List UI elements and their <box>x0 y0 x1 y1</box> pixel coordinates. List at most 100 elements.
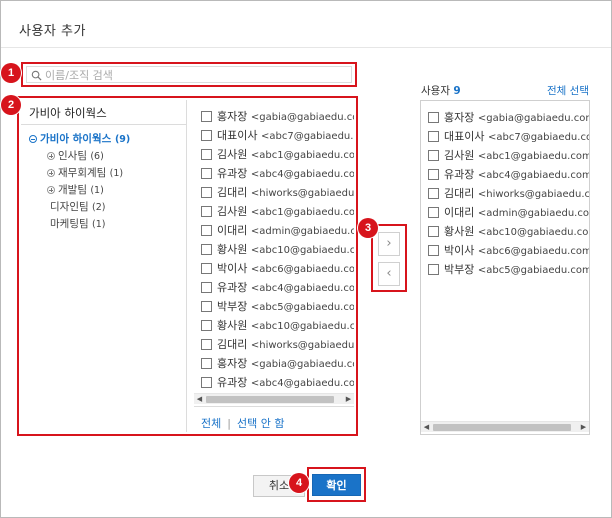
user-checkbox[interactable] <box>201 206 212 217</box>
user-list-pane: 홍자장 <gabia@gabiaedu.com>대표이사 <abc7@gabia… <box>194 100 354 432</box>
user-email: <abc5@gabiaedu.com> <box>477 265 589 276</box>
tree-node[interactable]: 디자인팀 (2) <box>29 199 186 216</box>
user-checkbox[interactable] <box>201 301 212 312</box>
collapse-icon[interactable] <box>29 135 37 143</box>
user-name: 황사원 <box>217 319 248 332</box>
user-row[interactable]: 박이사 <abc6@gabiaedu.com> <box>421 241 589 260</box>
user-row[interactable]: 황사원 <abc10@gabiaedu.com> <box>194 240 354 259</box>
user-checkbox[interactable] <box>428 131 439 142</box>
user-row[interactable]: 홍자장 <gabia@gabiaedu.com> <box>194 354 354 373</box>
user-email: <abc1@gabiaedu.com> <box>250 207 354 218</box>
expand-icon[interactable] <box>47 152 55 160</box>
user-checkbox[interactable] <box>201 320 212 331</box>
user-checkbox[interactable] <box>201 225 212 236</box>
confirm-button[interactable]: 확인 <box>312 474 361 496</box>
select-all-link[interactable]: 전체 <box>201 417 221 430</box>
user-row[interactable]: 유과장 <abc4@gabiaedu.com> <box>194 278 354 297</box>
selected-user-list: 홍자장 <gabia@gabiaedu.com>대표이사 <abc7@gabia… <box>421 101 589 416</box>
user-checkbox[interactable] <box>428 169 439 180</box>
user-row[interactable]: 박이사 <abc6@gabiaedu.com> <box>194 259 354 278</box>
search-box[interactable] <box>26 66 352 83</box>
tree-node[interactable]: 인사팀 (6) <box>29 148 186 165</box>
user-row[interactable]: 김사원 <abc1@gabiaedu.com> <box>194 202 354 221</box>
user-checkbox[interactable] <box>428 245 439 256</box>
user-checkbox[interactable] <box>201 187 212 198</box>
tree-root-count: (9) <box>114 134 131 145</box>
user-checkbox[interactable] <box>428 264 439 275</box>
user-row[interactable]: 김대리 <hiworks@gabiaedu.com> <box>194 335 354 354</box>
user-checkbox[interactable] <box>428 188 439 199</box>
user-name: 김대리 <box>217 186 248 199</box>
user-row[interactable]: 유과장 <abc4@gabiaedu.com> <box>194 164 354 183</box>
user-row[interactable]: 김사원 <abc1@gabiaedu.com> <box>194 145 354 164</box>
user-checkbox[interactable] <box>201 339 212 350</box>
user-checkbox[interactable] <box>201 244 212 255</box>
user-row[interactable]: 이대리 <admin@gabiaedu.com> <box>421 203 589 222</box>
selected-select-all-link[interactable]: 전체 선택 <box>547 83 589 98</box>
org-user-panel-highlight: 가비아 하이웍스 가비아 하이웍스 (9) 인사팀 (6) 재무회계팀 (1) 개발… <box>17 96 358 436</box>
user-checkbox[interactable] <box>428 226 439 237</box>
scroll-thumb[interactable] <box>433 424 571 431</box>
selected-list-hscrollbar[interactable]: ◀ ▶ <box>421 421 589 432</box>
user-row[interactable]: 박부장 <abc5@gabiaedu.com> <box>194 297 354 316</box>
expand-icon[interactable] <box>47 186 55 194</box>
tree-node[interactable]: 재무회계팀 (1) <box>29 165 186 182</box>
user-checkbox[interactable] <box>428 112 439 123</box>
user-row[interactable]: 박부장 <abc5@gabiaedu.com> <box>421 260 589 279</box>
expand-icon[interactable] <box>47 169 55 177</box>
user-row[interactable]: 이대리 <admin@gabiaedu.com> <box>194 221 354 240</box>
user-email: <admin@gabiaedu.com> <box>477 208 589 219</box>
org-tree-pane: 가비아 하이웍스 가비아 하이웍스 (9) 인사팀 (6) 재무회계팀 (1) 개발… <box>21 100 187 432</box>
user-checkbox[interactable] <box>201 282 212 293</box>
selected-header: 사용자 9 전체 선택 <box>421 83 589 97</box>
user-name: 박부장 <box>217 300 248 313</box>
user-row[interactable]: 황사원 <abc10@gabiaedu.com> <box>421 222 589 241</box>
selected-user-panel: 홍자장 <gabia@gabiaedu.com>대표이사 <abc7@gabia… <box>420 100 590 435</box>
user-row[interactable]: 홍자장 <gabia@gabiaedu.com> <box>421 108 589 127</box>
user-email: <gabia@gabiaedu.com> <box>250 112 354 123</box>
search-highlight <box>21 62 357 87</box>
tree-root-label: 가비아 하이웍스 <box>40 133 112 145</box>
add-selected-button[interactable]: › <box>378 232 400 256</box>
user-checkbox[interactable] <box>201 130 212 141</box>
search-input[interactable] <box>45 68 345 83</box>
user-checkbox[interactable] <box>428 207 439 218</box>
user-row[interactable]: 유과장 <abc4@gabiaedu.com> <box>421 165 589 184</box>
user-email: <admin@gabiaedu.com> <box>250 226 354 237</box>
scroll-right-icon[interactable]: ▶ <box>343 394 354 405</box>
deselect-all-link[interactable]: 선택 안 함 <box>237 417 284 430</box>
user-row[interactable]: 황사원 <abc10@gabiaedu.com> <box>194 316 354 335</box>
user-name: 김사원 <box>217 148 248 161</box>
user-row[interactable]: 김사원 <abc1@gabiaedu.com> <box>421 146 589 165</box>
dialog-title: 사용자 추가 <box>19 24 86 39</box>
user-checkbox[interactable] <box>201 263 212 274</box>
user-row[interactable]: 대표이사 <abc7@gabiaedu.com> <box>421 127 589 146</box>
tree-node[interactable]: 마케팅팀 (1) <box>29 216 186 233</box>
step-badge-3: 3 <box>358 218 378 238</box>
user-row[interactable]: 김대리 <hiworks@gabiaedu.com> <box>421 184 589 203</box>
scroll-left-icon[interactable]: ◀ <box>194 394 205 405</box>
user-row[interactable]: 홍자장 <gabia@gabiaedu.com> <box>194 107 354 126</box>
user-row[interactable]: 대표이사 <abc7@gabiaedu.com> <box>194 126 354 145</box>
user-email: <abc4@gabiaedu.com> <box>250 283 354 294</box>
user-checkbox[interactable] <box>201 168 212 179</box>
user-checkbox[interactable] <box>201 358 212 369</box>
user-checkbox[interactable] <box>201 111 212 122</box>
user-email: <abc7@gabiaedu.com> <box>487 132 589 143</box>
user-row[interactable]: 유과장 <abc4@gabiaedu.com> <box>194 373 354 390</box>
user-email: <abc1@gabiaedu.com> <box>250 150 354 161</box>
user-name: 황사원 <box>444 225 475 238</box>
remove-selected-button[interactable]: ‹ <box>378 262 400 286</box>
user-email: <abc10@gabiaedu.com> <box>250 245 354 256</box>
user-checkbox[interactable] <box>201 377 212 388</box>
user-email: <gabia@gabiaedu.com> <box>477 113 589 124</box>
tree-root-node[interactable]: 가비아 하이웍스 (9) <box>29 131 186 148</box>
scroll-right-icon[interactable]: ▶ <box>578 422 589 433</box>
scroll-thumb[interactable] <box>206 396 334 403</box>
user-checkbox[interactable] <box>201 149 212 160</box>
user-row[interactable]: 김대리 <hiworks@gabiaedu.com> <box>194 183 354 202</box>
scroll-left-icon[interactable]: ◀ <box>421 422 432 433</box>
tree-node[interactable]: 개발팀 (1) <box>29 182 186 199</box>
user-checkbox[interactable] <box>428 150 439 161</box>
user-list-hscrollbar[interactable]: ◀ ▶ <box>194 393 354 404</box>
